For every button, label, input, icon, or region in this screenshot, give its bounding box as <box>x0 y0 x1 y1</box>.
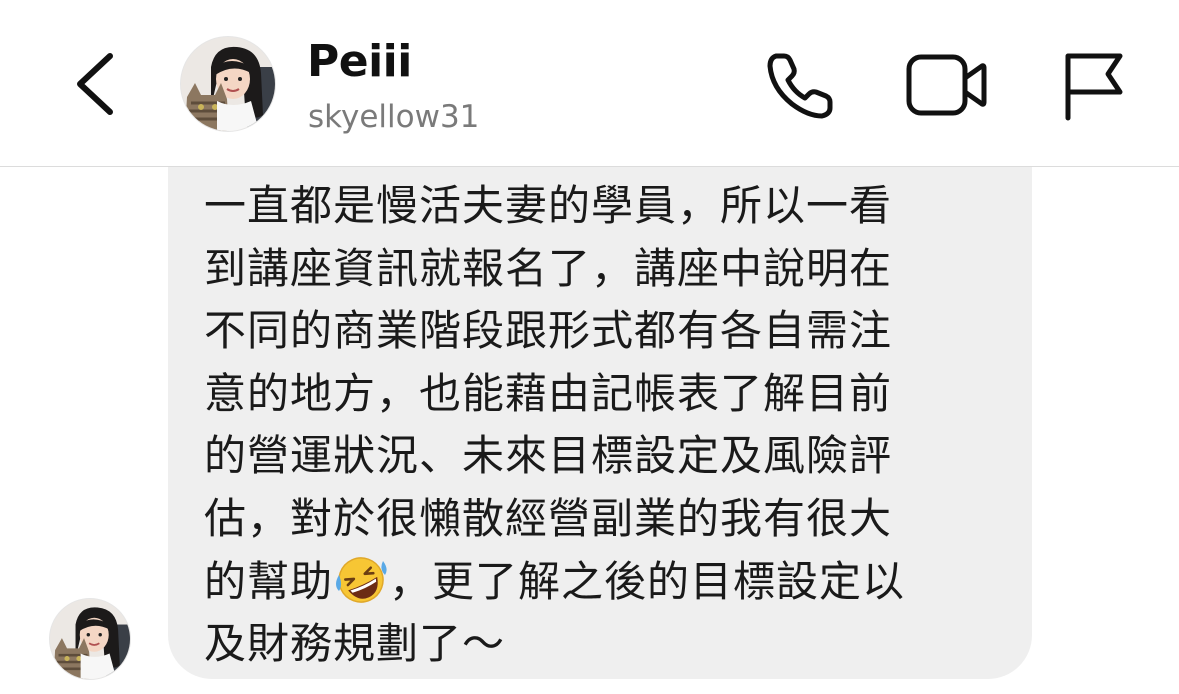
call-button[interactable] <box>762 48 838 124</box>
flag-icon <box>1065 53 1123 121</box>
contact-username[interactable]: skyellow31 <box>308 97 479 137</box>
message-line: 的營運狀況、未來目標設定及風險評 <box>204 431 893 481</box>
sender-avatar[interactable] <box>49 598 131 680</box>
rolling-on-floor-laughing-emoji-icon <box>333 555 389 605</box>
video-camera-icon <box>906 54 987 116</box>
direct-message-screen: Peiii skyellow31 一直都是慢活夫妻的學員，所以一看 到講座資訊就… <box>0 0 1179 694</box>
phone-icon <box>767 53 833 119</box>
contact-avatar[interactable] <box>180 36 276 132</box>
report-button[interactable] <box>1058 50 1130 122</box>
message-line: 一直都是慢活夫妻的學員，所以一看 <box>204 181 893 230</box>
message-line: ，更了解之後的目標設定以 <box>389 556 906 606</box>
message-line: 的幫助 <box>204 556 334 606</box>
message-thread[interactable]: 一直都是慢活夫妻的學員，所以一看 到講座資訊就報名了，講座中說明在 不同的商業階… <box>0 167 1179 694</box>
back-button[interactable] <box>62 44 132 124</box>
message-line: 意的地方，也能藉由記帳表了解目前 <box>204 368 893 418</box>
message-bubble[interactable]: 一直都是慢活夫妻的學員，所以一看 到講座資訊就報名了，講座中說明在 不同的商業階… <box>168 167 1032 679</box>
chat-header: Peiii skyellow31 <box>0 0 1179 167</box>
message-line: 不同的商業階段跟形式都有各自需注 <box>204 306 893 356</box>
message-line: 及財務規劃了～ <box>204 619 506 669</box>
chevron-left-icon <box>77 53 113 115</box>
contact-name[interactable]: Peiii <box>307 36 412 88</box>
video-call-button[interactable] <box>904 52 988 118</box>
message-text: 一直都是慢活夫妻的學員，所以一看 到講座資訊就報名了，講座中說明在 不同的商業階… <box>204 175 1004 676</box>
message-line: 到講座資訊就報名了，講座中說明在 <box>204 243 893 293</box>
message-line: 估，對於很懶散經營副業的我有很大 <box>204 493 893 543</box>
